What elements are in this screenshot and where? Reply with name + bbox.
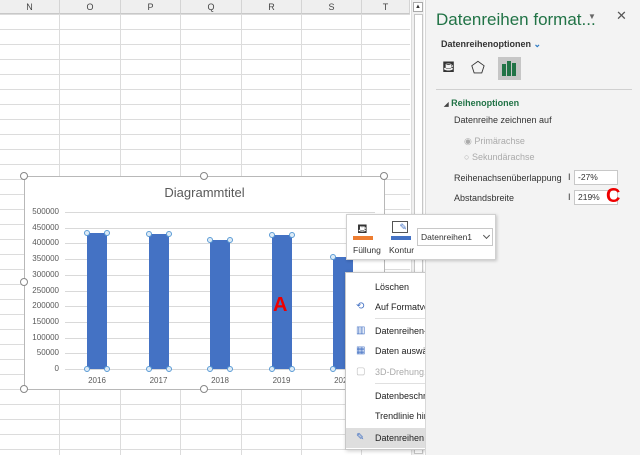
plot-on-label: Datenreihe zeichnen auf: [454, 115, 552, 125]
menu-item-label: 3D-Drehung...: [375, 367, 432, 377]
selection-point[interactable]: [104, 230, 110, 237]
selection-point[interactable]: [165, 230, 172, 237]
fill-line-tab-icon[interactable]: ⛾: [442, 58, 455, 78]
column-header-Q[interactable]: Q: [181, 0, 242, 14]
chevron-down-icon: ⌄: [533, 39, 542, 49]
y-tick-label: 450000: [32, 222, 59, 232]
y-tick-label: 0: [54, 364, 59, 373]
selection-point[interactable]: [330, 366, 336, 372]
series-select[interactable]: Datenreihen1: [417, 228, 493, 246]
secondary-axis-radio[interactable]: ○ Sekundärachse: [464, 152, 534, 162]
selection-point[interactable]: [288, 231, 295, 238]
menu-item-label: Löschen: [375, 282, 410, 292]
gap-width-label: Abstandsbreite: [454, 193, 515, 203]
selection-point[interactable]: [207, 366, 213, 372]
section-dropdown-label: Datenreihenoptionen: [441, 39, 532, 49]
fill-button[interactable]: ⛾ Füllung: [353, 219, 387, 259]
y-tick-label: 350000: [32, 254, 59, 264]
select-data-icon: ▦: [356, 345, 366, 356]
mini-toolbar: ⛾ Füllung ✎ Kontur Datenreihen1: [346, 214, 496, 260]
format-series-icon: ✎: [356, 432, 365, 443]
selection-point[interactable]: [227, 366, 233, 372]
bar-2018[interactable]: [210, 239, 230, 369]
resize-handle[interactable]: [20, 385, 28, 393]
primary-axis-label: Primärachse: [474, 136, 525, 146]
group-reihenoptionen[interactable]: ◢ Reihenoptionen: [444, 98, 519, 108]
x-tick-label: 2018: [211, 376, 229, 385]
3d-rotation-icon: ▢: [356, 366, 366, 377]
x-tick-label: 2019: [272, 376, 291, 385]
chart-type-icon: ▥: [356, 325, 366, 336]
group-label: Reihenoptionen: [451, 98, 520, 108]
gridline: [65, 369, 375, 370]
chevron-down-icon: [482, 231, 491, 240]
primary-axis-radio[interactable]: ◉ Primärachse: [464, 136, 525, 147]
overlap-label: Reihenachsenüberlappung: [454, 173, 562, 183]
selection-point[interactable]: [207, 236, 213, 243]
selection-point[interactable]: [104, 366, 110, 372]
resize-handle[interactable]: [20, 172, 28, 180]
bar-2017[interactable]: [148, 233, 169, 369]
series-options-tab-icon[interactable]: [498, 57, 521, 80]
chart[interactable]: Diagrammtitel 500000 450000 400000 350000 30…: [20, 172, 388, 393]
selection-point[interactable]: [330, 253, 336, 260]
series-select-value: Datenreihen1: [421, 232, 473, 242]
resize-handle[interactable]: [20, 278, 28, 286]
column-header-N[interactable]: N: [0, 0, 60, 14]
gap-width-slider-handle[interactable]: I: [568, 192, 571, 202]
selection-point[interactable]: [165, 366, 172, 372]
annotation-c: C: [606, 185, 621, 207]
resize-handle[interactable]: [200, 385, 208, 393]
annotation-a: A: [273, 294, 288, 316]
bar-2016[interactable]: [87, 233, 107, 369]
outline-button[interactable]: ✎ Kontur: [389, 219, 417, 259]
effects-tab-icon[interactable]: ⬠: [471, 58, 485, 78]
section-dropdown[interactable]: Datenreihenoptionen ⌄: [441, 39, 541, 50]
y-tick-label: 250000: [32, 285, 59, 295]
selection-point[interactable]: [227, 236, 233, 243]
close-icon[interactable]: ✕: [616, 8, 627, 24]
pane-title: Datenreihen format...: [436, 10, 596, 29]
y-tick-label: 400000: [32, 238, 59, 248]
gridline: [65, 227, 375, 229]
selection-point[interactable]: [268, 366, 275, 372]
overlap-slider-handle[interactable]: I: [568, 172, 571, 182]
pane-options-dropdown-icon[interactable]: ▼: [588, 12, 596, 21]
secondary-axis-label: Sekundärachse: [471, 152, 535, 162]
column-header-S[interactable]: S: [302, 0, 362, 14]
selection-point[interactable]: [268, 231, 275, 238]
overlap-input[interactable]: -27%: [574, 170, 618, 185]
outline-label: Kontur: [389, 245, 415, 255]
resize-handle[interactable]: [380, 172, 388, 180]
column-header-O[interactable]: O: [60, 0, 121, 14]
chart-title[interactable]: Diagrammtitel: [25, 185, 384, 200]
selection-point[interactable]: [145, 366, 152, 372]
x-tick-label: 2017: [149, 376, 168, 385]
selection-point[interactable]: [288, 366, 295, 372]
pen-icon: ✎: [392, 221, 408, 233]
x-tick-label: 2016: [88, 376, 106, 385]
y-tick-label: 150000: [32, 316, 59, 326]
y-tick-label: 50000: [36, 348, 59, 358]
fill-label: Füllung: [353, 245, 381, 255]
column-header-T[interactable]: T: [362, 0, 410, 14]
gridline: [65, 212, 375, 213]
column-header-P[interactable]: P: [121, 0, 181, 14]
y-tick-label: 200000: [32, 301, 59, 311]
y-tick-label: 300000: [32, 269, 59, 279]
resize-handle[interactable]: [200, 172, 208, 180]
scroll-up-button[interactable]: ▲: [413, 2, 423, 12]
selection-point[interactable]: [84, 230, 90, 237]
y-tick-label: 100000: [32, 332, 59, 342]
y-tick-label: 500000: [32, 207, 59, 216]
column-header-R[interactable]: R: [242, 0, 302, 14]
reset-style-icon: ⟲: [356, 301, 365, 312]
selection-point[interactable]: [84, 366, 90, 372]
selection-point[interactable]: [145, 230, 152, 237]
